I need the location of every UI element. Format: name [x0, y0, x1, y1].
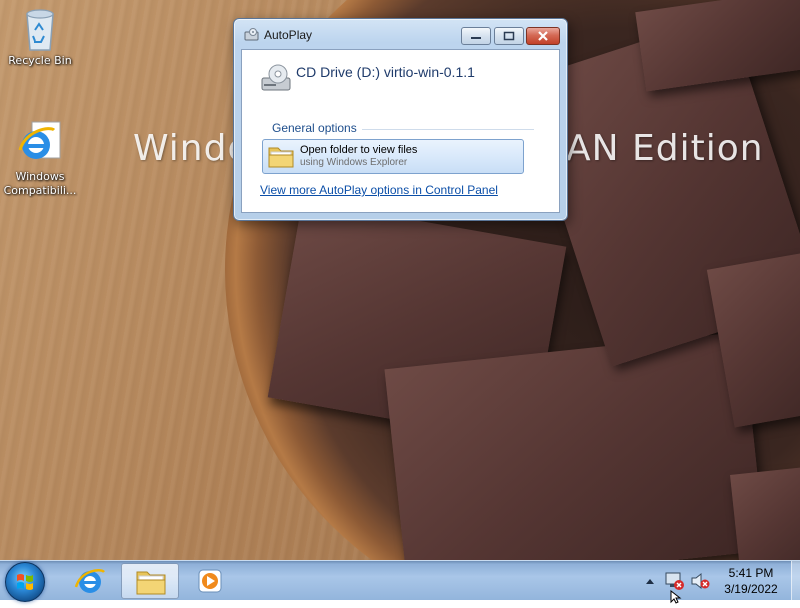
autoplay-title: AutoPlay	[264, 28, 313, 42]
show-hidden-icons-arrow[interactable]	[644, 573, 656, 592]
show-desktop-button[interactable]	[791, 561, 800, 601]
taskbar-windows-explorer-button[interactable]	[121, 563, 179, 599]
desktop-icon-recycle-bin[interactable]: Recycle Bin	[2, 6, 78, 68]
internet-explorer-icon	[16, 120, 64, 168]
taskbar-clock[interactable]: 5:41 PM 3/19/2022	[716, 565, 786, 597]
autoplay-window[interactable]: AutoPlay CD Drive (D:) virtio-win-0.1.1 …	[233, 18, 568, 221]
cd-drive-icon	[260, 64, 294, 100]
desktop-icon-windows-compatibility[interactable]: Windows Compatibili...	[2, 120, 78, 198]
maximize-button[interactable]	[494, 27, 524, 45]
desktop-icon-label: Recycle Bin	[8, 54, 72, 67]
desktop-icon-label: Windows Compatibili...	[3, 170, 77, 197]
option-sub-label: using Windows Explorer	[300, 157, 408, 168]
more-autoplay-options-link[interactable]: View more AutoPlay options in Control Pa…	[260, 183, 498, 197]
taskbar: 5:41 PM 3/19/2022	[0, 560, 800, 604]
windows-logo-icon	[17, 574, 33, 590]
clock-time: 5:41 PM	[728, 566, 774, 580]
clock-date: 3/19/2022	[724, 582, 778, 596]
section-divider	[362, 129, 534, 130]
wallpaper-chocolate	[384, 331, 766, 560]
windows-explorer-icon	[136, 571, 166, 595]
network-disconnected-icon	[665, 572, 684, 590]
start-button[interactable]	[5, 562, 45, 602]
minimize-button[interactable]	[461, 27, 491, 45]
taskbar-internet-explorer-button[interactable]	[61, 563, 119, 599]
option-main-label: Open folder to view files	[300, 144, 418, 156]
recycle-bin-icon	[20, 6, 60, 52]
autoplay-titlebar[interactable]: AutoPlay	[234, 19, 567, 49]
open-folder-option-button[interactable]: Open folder to view files using Windows …	[262, 139, 524, 174]
volume-tray-icon[interactable]	[690, 572, 710, 594]
autoplay-content: CD Drive (D:) virtio-win-0.1.1 General o…	[241, 49, 560, 213]
folder-icon	[267, 143, 295, 173]
desktop-watermark-right: AN Edition	[566, 128, 764, 169]
taskbar-media-player-button[interactable]	[181, 563, 239, 599]
close-icon	[538, 31, 548, 41]
section-label-general-options: General options	[272, 121, 357, 135]
autoplay-window-icon	[244, 27, 260, 46]
close-button[interactable]	[526, 27, 560, 45]
windows-media-player-icon	[198, 569, 222, 593]
chevron-up-icon	[646, 579, 654, 584]
maximize-icon	[503, 31, 515, 41]
volume-muted-icon	[691, 572, 710, 590]
internet-explorer-icon	[74, 569, 105, 593]
wallpaper-chocolate	[730, 465, 800, 560]
minimize-icon	[471, 37, 481, 39]
drive-title: CD Drive (D:) virtio-win-0.1.1	[296, 64, 475, 80]
mouse-cursor-icon	[670, 589, 682, 608]
